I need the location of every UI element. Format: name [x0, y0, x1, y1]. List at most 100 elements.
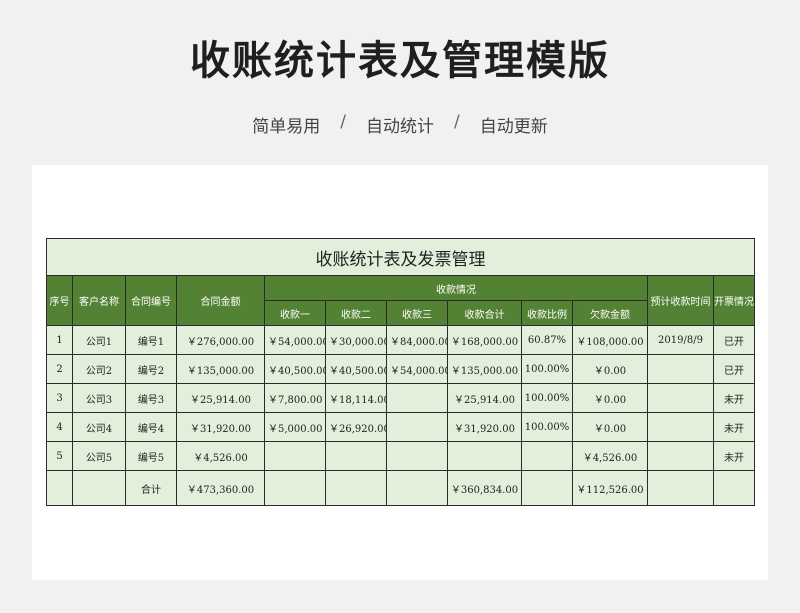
cell-empty: [46, 470, 73, 506]
sheet-preview-card: 收账统计表及发票管理 序号 客户名称 合同编号 合同金额 收款情况 预计收款时间…: [32, 165, 768, 580]
cell-receipt2: ￥40,500.00: [325, 354, 387, 384]
table-row: 3 公司3 编号3 ￥25,914.00 ￥7,800.00 ￥18,114.0…: [46, 383, 755, 413]
cell-contract-amount: ￥276,000.00: [176, 325, 265, 355]
cell-invoice: 未开: [713, 412, 755, 442]
cell-receipt1: ￥5,000.00: [264, 412, 326, 442]
table-row: 2 公司2 编号2 ￥135,000.00 ￥40,500.00 ￥40,500…: [46, 354, 755, 384]
cell-receipt-total: ￥31,920.00: [447, 412, 522, 442]
header-seq: 序号: [46, 275, 73, 326]
header-ratio: 收款比例: [521, 300, 573, 326]
header-receipt3: 收款三: [386, 300, 448, 326]
cell-client: 公司3: [72, 383, 126, 413]
cell-receipt2: [325, 441, 387, 471]
header-owed: 欠款金额: [572, 300, 648, 326]
cell-ratio: 100.00%: [521, 412, 573, 442]
total-contract-amount: ￥473,360.00: [176, 470, 265, 506]
total-row: 合计 ￥473,360.00 ￥360,834.00 ￥112,526.00: [46, 470, 755, 506]
cell-owed: ￥108,000.00: [572, 325, 648, 355]
header-receipt2: 收款二: [325, 300, 387, 326]
tag-separator: /: [454, 112, 460, 132]
cell-receipt3: [386, 441, 448, 471]
cell-contract-no: 编号5: [125, 441, 177, 471]
cell-expected-date: [647, 383, 714, 413]
cell-expected-date: [647, 412, 714, 442]
cell-expected-date: 2019/8/9: [647, 325, 714, 355]
cell-receipt1: ￥40,500.00: [264, 354, 326, 384]
cell-receipt1: ￥54,000.00: [264, 325, 326, 355]
cell-seq: 2: [46, 354, 73, 384]
cell-empty: [264, 470, 326, 506]
header-receipts-group: 收款情况: [264, 275, 648, 301]
cell-ratio: 100.00%: [521, 354, 573, 384]
cell-expected-date: [647, 441, 714, 471]
cell-contract-no: 编号2: [125, 354, 177, 384]
cell-expected-date: [647, 354, 714, 384]
cell-empty: [325, 470, 387, 506]
total-owed: ￥112,526.00: [572, 470, 648, 506]
cell-contract-amount: ￥135,000.00: [176, 354, 265, 384]
cell-receipt3: [386, 412, 448, 442]
cell-receipt2: ￥18,114.00: [325, 383, 387, 413]
cell-ratio: 60.87%: [521, 325, 573, 355]
table-row: 4 公司4 编号4 ￥31,920.00 ￥5,000.00 ￥26,920.0…: [46, 412, 755, 442]
header-expected-date: 预计收款时间: [647, 275, 714, 326]
cell-receipt-total: ￥135,000.00: [447, 354, 522, 384]
total-receipt-total: ￥360,834.00: [447, 470, 522, 506]
cell-contract-amount: ￥31,920.00: [176, 412, 265, 442]
cell-contract-no: 编号3: [125, 383, 177, 413]
cell-empty: [713, 470, 755, 506]
cell-ratio: 100.00%: [521, 383, 573, 413]
cell-receipt-total: ￥25,914.00: [447, 383, 522, 413]
cell-invoice: 已开: [713, 325, 755, 355]
cell-seq: 4: [46, 412, 73, 442]
cell-owed: ￥0.00: [572, 412, 648, 442]
cell-contract-no: 编号4: [125, 412, 177, 442]
tag-auto-update: 自动更新: [479, 117, 548, 137]
cell-receipt3: ￥54,000.00: [386, 354, 448, 384]
sheet-title: 收账统计表及发票管理: [46, 238, 755, 276]
cell-seq: 1: [46, 325, 73, 355]
header-contract-amount: 合同金额: [176, 275, 265, 326]
cell-owed: ￥0.00: [572, 354, 648, 384]
cell-empty: [386, 470, 448, 506]
cell-receipt2: ￥26,920.00: [325, 412, 387, 442]
cell-invoice: 已开: [713, 354, 755, 384]
cell-contract-amount: ￥4,526.00: [176, 441, 265, 471]
cell-receipt-total: [447, 441, 522, 471]
cell-client: 公司1: [72, 325, 126, 355]
receivables-table: 收账统计表及发票管理 序号 客户名称 合同编号 合同金额 收款情况 预计收款时间…: [46, 238, 755, 506]
cell-invoice: 未开: [713, 383, 755, 413]
cell-client: 公司4: [72, 412, 126, 442]
cell-receipt1: [264, 441, 326, 471]
cell-client: 公司2: [72, 354, 126, 384]
table-row: 1 公司1 编号1 ￥276,000.00 ￥54,000.00 ￥30,000…: [46, 325, 755, 355]
cell-owed: ￥0.00: [572, 383, 648, 413]
cell-client: 公司5: [72, 441, 126, 471]
header-invoice: 开票情况: [713, 275, 755, 326]
cell-seq: 5: [46, 441, 73, 471]
header-receipt1: 收款一: [264, 300, 326, 326]
cell-receipt2: ￥30,000.00: [325, 325, 387, 355]
cell-empty: [647, 470, 714, 506]
header-contract-no: 合同编号: [125, 275, 177, 326]
tag-auto-stats: 自动统计: [366, 117, 434, 137]
cell-ratio: [521, 441, 573, 471]
cell-receipt-total: ￥168,000.00: [447, 325, 522, 355]
cell-owed: ￥4,526.00: [572, 441, 648, 471]
page-title: 收账统计表及管理模版: [190, 38, 610, 84]
cell-receipt3: ￥84,000.00: [386, 325, 448, 355]
total-label: 合计: [125, 470, 177, 506]
cell-empty: [521, 470, 573, 506]
feature-tags: 简单易用 / 自动统计 / 自动更新: [0, 112, 800, 137]
tag-separator: /: [340, 112, 346, 132]
cell-invoice: 未开: [713, 441, 755, 471]
cell-receipt3: [386, 383, 448, 413]
cell-seq: 3: [46, 383, 73, 413]
header-receipt-total: 收款合计: [447, 300, 522, 326]
cell-contract-amount: ￥25,914.00: [176, 383, 265, 413]
cell-contract-no: 编号1: [125, 325, 177, 355]
cell-empty: [72, 470, 126, 506]
table-row: 5 公司5 编号5 ￥4,526.00 ￥4,526.00 未开: [46, 441, 755, 471]
header-client: 客户名称: [72, 275, 126, 326]
tag-easy: 简单易用: [252, 117, 321, 137]
